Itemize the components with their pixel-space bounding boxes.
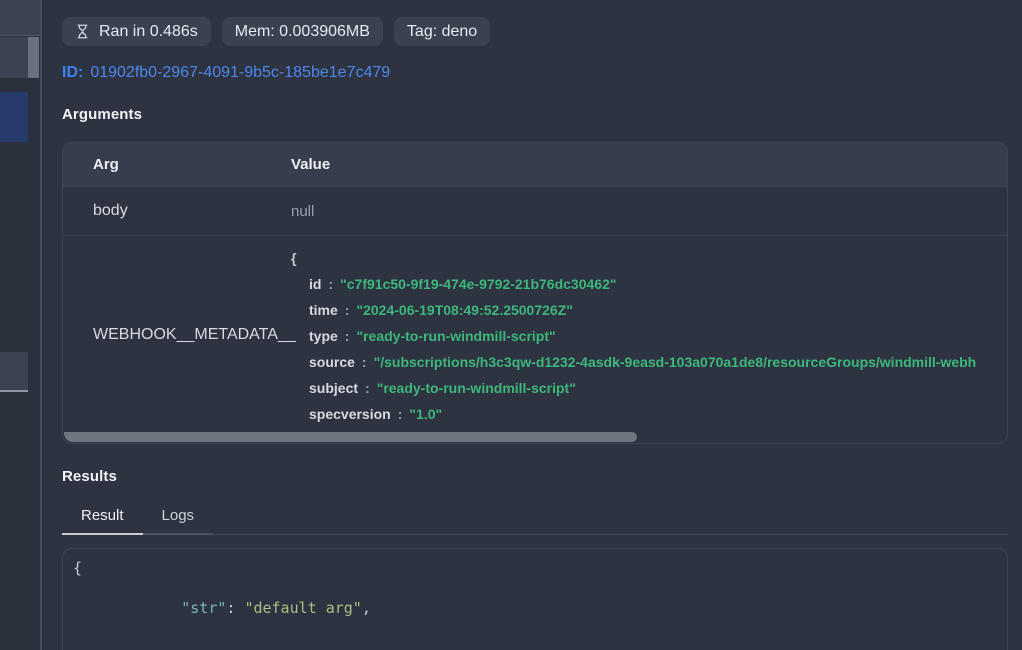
results-heading: Results [62,468,1008,485]
json-entry-time: time:"2024-06-19T08:49:52.2500726Z" [291,297,1007,323]
tab-logs[interactable]: Logs [143,501,214,535]
run-list-item[interactable] [0,352,28,392]
arguments-table-header: Arg Value [63,143,1007,186]
json-entry-source: source:"/subscriptions/h3c3qw-d1232-4asd… [291,349,1007,375]
horizontal-scrollbar-track[interactable] [64,432,1006,442]
job-id-link[interactable]: 01902fb0-2967-4091-9b5c-185be1e7c479 [90,64,390,81]
runs-minimap-rail [0,0,40,650]
job-run-detail-screen: Ran in 0.486s Mem: 0.003906MB Tag: deno … [0,0,1022,650]
json-entry-subject: subject:"ready-to-run-windmill-script" [291,375,1007,401]
arg-value-null: null [291,203,1007,220]
memory-badge: Mem: 0.003906MB [222,17,383,46]
result-json-panel: { "str":"default arg", "union":"Hello Wo… [62,548,1008,650]
table-row-body-arg: body null [63,186,1007,235]
result-open-brace: { [73,559,82,577]
tab-result[interactable]: Result [62,501,143,535]
run-list-item-selected[interactable] [0,92,28,142]
tag-badge: Tag: deno [394,17,490,46]
run-list-item[interactable] [0,37,28,78]
run-stats-row: Ran in 0.486s Mem: 0.003906MB Tag: deno [62,17,1008,46]
arg-name: WEBHOOK__METADATA__ [63,236,291,433]
json-entry-type: type:"ready-to-run-windmill-script" [291,323,1007,349]
result-entry-str: "str":"default arg", [73,578,997,638]
json-entry-specversion: specversion:"1.0" [291,401,1007,427]
value-column-header: Value [291,156,1007,173]
run-detail-main: Ran in 0.486s Mem: 0.003906MB Tag: deno … [42,0,1022,650]
run-list-item[interactable] [0,0,40,36]
job-id-row: ID: 01902fb0-2967-4091-9b5c-185be1e7c479 [62,64,1008,82]
json-entry-id: id:"c7f91c50-9f19-474e-9792-21b76dc30462… [291,271,1007,297]
arguments-heading: Arguments [62,106,1008,123]
arg-column-header: Arg [63,156,291,173]
arguments-table: Arg Value body null WEBHOOK__METADATA__ … [62,142,1008,444]
runtime-badge-label: Ran in 0.486s [99,23,198,41]
hourglass-icon [75,24,90,39]
rail-scrollbar-thumb[interactable] [28,37,39,78]
arg-name: body [63,202,291,220]
results-tabs: Result Logs [62,501,1008,535]
table-row-webhook-metadata: WEBHOOK__METADATA__ { id:"c7f91c50-9f19-… [63,235,1007,433]
metadata-json-viewer: { id:"c7f91c50-9f19-474e-9792-21b76dc304… [291,236,1007,433]
horizontal-scrollbar-thumb[interactable] [64,432,637,442]
runtime-badge: Ran in 0.486s [62,17,211,46]
job-id-label: ID: [62,64,83,81]
result-entry-union: "union":"Hello World" [73,638,997,650]
open-brace: { [291,250,296,266]
